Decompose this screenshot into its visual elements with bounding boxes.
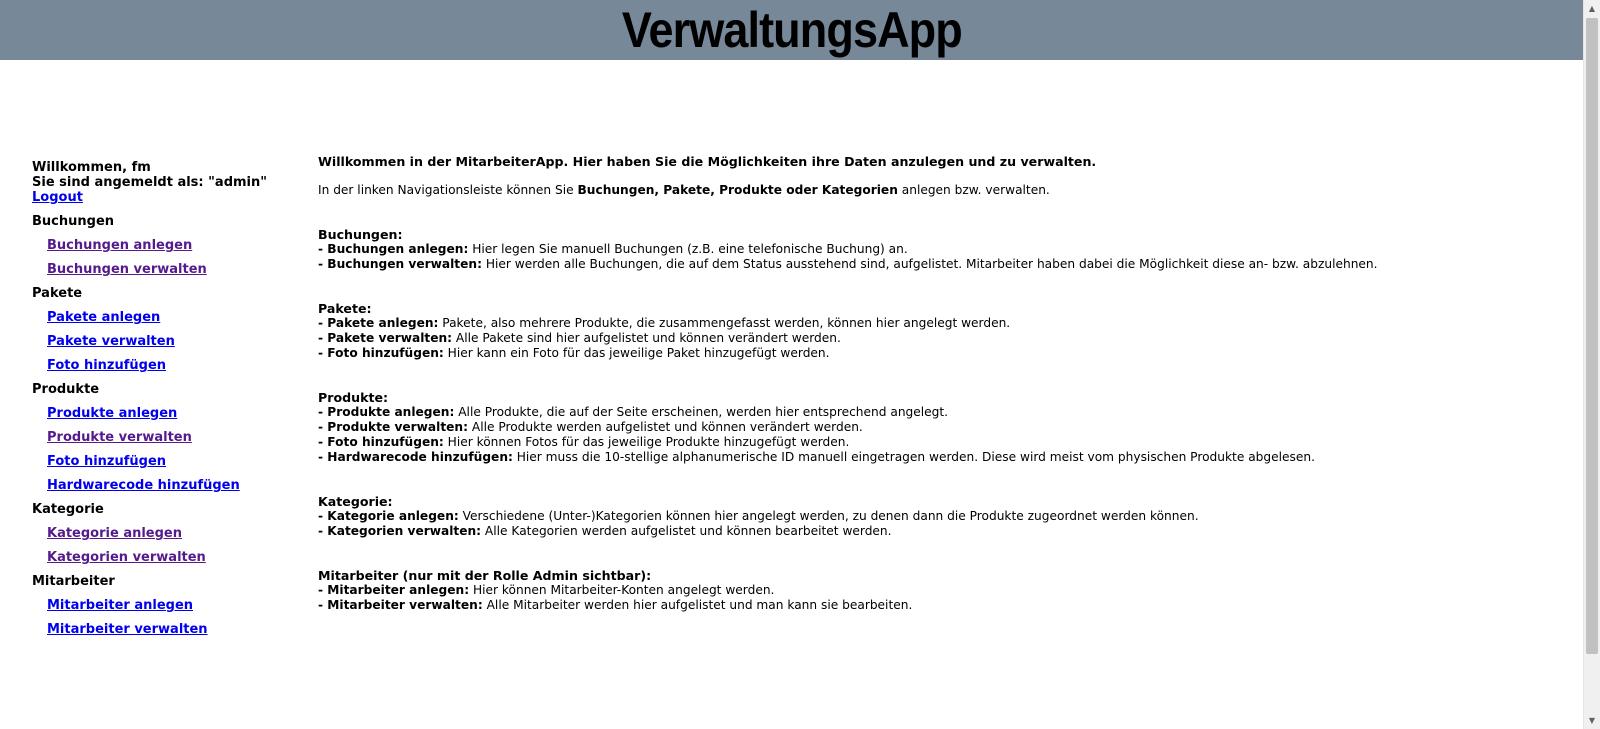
help-block-produkte: Produkte: - Produkte anlegen: Alle Produ… [318,390,1568,465]
help-block-title: Kategorie: [318,494,393,509]
help-item-text: Verschiedene (Unter-)Kategorien können h… [458,509,1199,523]
help-item-label: - Foto hinzufügen: [318,435,444,449]
help-item-label: - Mitarbeiter verwalten: [318,598,483,612]
sidebar-section-mitarbeiter: Mitarbeiter [32,574,115,589]
help-item-text: Hier werden alle Buchungen, die auf dem … [481,257,1378,271]
help-block-title: Pakete: [318,301,372,316]
help-item: - Kategorien verwalten: Alle Kategorien … [318,524,1568,539]
help-item-label: - Pakete verwalten: [318,331,453,345]
intro-text: In der linken Navigationsleiste können S… [318,183,1568,198]
arrow-up-icon[interactable]: ▲ [1584,0,1600,17]
sidebar-section-produkte: Produkte [32,382,100,397]
help-item-label: - Produkte anlegen: [318,405,455,419]
help-item-label: - Hardwarecode hinzufügen: [318,450,513,464]
help-item-label: - Foto hinzufügen: [318,346,444,360]
vertical-scrollbar[interactable]: ▲ ▼ [1583,0,1600,729]
sidebar-section-buchungen: Buchungen [32,214,115,229]
help-item: - Buchungen anlegen: Hier legen Sie manu… [318,242,1568,257]
help-item: - Foto hinzufügen: Hier kann ein Foto fü… [318,346,1568,361]
help-block-mitarbeiter: Mitarbeiter (nur mit der Rolle Admin sic… [318,568,1568,613]
arrow-down-icon[interactable]: ▼ [1584,712,1600,729]
sidebar-item-produkte-anlegen[interactable]: Produkte anlegen [47,406,292,421]
help-item-label: - Pakete anlegen: [318,316,439,330]
help-item-text: Alle Pakete sind hier aufgelistet und kö… [452,331,841,345]
sidebar-item-kategorie-anlegen[interactable]: Kategorie anlegen [47,526,292,541]
help-item-text: Hier kann ein Foto für das jeweilige Pak… [443,346,830,360]
help-item: - Pakete anlegen: Pakete, also mehrere P… [318,316,1568,331]
sidebar-item-produkte-verwalten[interactable]: Produkte verwalten [47,430,292,445]
sidebar-item-hardwarecode-hinzufuegen[interactable]: Hardwarecode hinzufügen [47,478,292,493]
help-block-kategorie: Kategorie: - Kategorie anlegen: Verschie… [318,494,1568,539]
logout-link[interactable]: Logout [32,190,83,205]
help-block-title: Buchungen: [318,227,403,242]
sidebar-section-kategorie: Kategorie [32,502,104,517]
help-item-text: Alle Produkte, die auf der Seite erschei… [454,405,949,419]
help-item-label: - Kategorie anlegen: [318,509,459,523]
help-block-buchungen: Buchungen: - Buchungen anlegen: Hier leg… [318,227,1568,272]
sidebar-item-mitarbeiter-anlegen[interactable]: Mitarbeiter anlegen [47,598,292,613]
help-block-title: Produkte: [318,390,389,405]
sidebar-item-mitarbeiter-verwalten[interactable]: Mitarbeiter verwalten [47,622,292,637]
help-item: - Buchungen verwalten: Hier werden alle … [318,257,1568,272]
help-item-label: - Produkte verwalten: [318,420,468,434]
help-item-label: - Kategorien verwalten: [318,524,482,538]
intro-text-pre: In der linken Navigationsleiste können S… [318,183,578,197]
help-item-text: Hier legen Sie manuell Buchungen (z.B. e… [468,242,908,256]
help-item-label: - Mitarbeiter anlegen: [318,583,470,597]
intro-title: Willkommen in der MitarbeiterApp. Hier h… [318,154,1097,169]
intro-text-post: anlegen bzw. verwalten. [897,183,1050,197]
app-header: VerwaltungsApp [0,0,1583,60]
sidebar-section-pakete: Pakete [32,286,83,301]
role-text: Sie sind angemeldt als: "admin" [32,175,268,190]
help-block-pakete: Pakete: - Pakete anlegen: Pakete, also m… [318,301,1568,361]
help-item: - Mitarbeiter anlegen: Hier können Mitar… [318,583,1568,598]
sidebar-item-pakete-verwalten[interactable]: Pakete verwalten [47,334,292,349]
help-item: - Produkte verwalten: Alle Produkte werd… [318,420,1568,435]
help-item-label: - Buchungen verwalten: [318,257,482,271]
app-title: VerwaltungsApp [621,2,963,58]
help-item: - Mitarbeiter verwalten: Alle Mitarbeite… [318,598,1568,613]
sidebar-item-pakete-foto-hinzufuegen[interactable]: Foto hinzufügen [47,358,292,373]
scrollbar-thumb[interactable] [1586,18,1598,654]
help-item: - Hardwarecode hinzufügen: Hier muss die… [318,450,1568,465]
help-item: - Produkte anlegen: Alle Produkte, die a… [318,405,1568,420]
main-content: Willkommen in der MitarbeiterApp. Hier h… [318,154,1568,613]
help-item-text: Alle Kategorien werden aufgelistet und k… [481,524,892,538]
sidebar-item-kategorien-verwalten[interactable]: Kategorien verwalten [47,550,292,565]
help-item: - Pakete verwalten: Alle Pakete sind hie… [318,331,1568,346]
sidebar-item-buchungen-anlegen[interactable]: Buchungen anlegen [47,238,292,253]
help-item-text: Alle Mitarbeiter werden hier aufgelistet… [482,598,913,612]
sidebar-navigation: Willkommen, fm Sie sind angemeldt als: "… [32,160,292,637]
help-item-text: Hier können Fotos für das jeweilige Prod… [443,435,850,449]
sidebar-item-buchungen-verwalten[interactable]: Buchungen verwalten [47,262,292,277]
welcome-text: Willkommen, fm [32,160,151,175]
intro-text-bold: Buchungen, Pakete, Produkte oder Kategor… [577,183,898,197]
help-item: - Foto hinzufügen: Hier können Fotos für… [318,435,1568,450]
help-block-title: Mitarbeiter (nur mit der Rolle Admin sic… [318,568,652,583]
help-item-text: Hier können Mitarbeiter-Konten angelegt … [469,583,775,597]
help-item-text: Hier muss die 10-stellige alphanumerisch… [512,450,1315,464]
help-item: - Kategorie anlegen: Verschiedene (Unter… [318,509,1568,524]
help-item-text: Pakete, also mehrere Produkte, die zusam… [438,316,1011,330]
help-item-text: Alle Produkte werden aufgelistet und kön… [467,420,863,434]
sidebar-item-pakete-anlegen[interactable]: Pakete anlegen [47,310,292,325]
sidebar-item-produkte-foto-hinzufuegen[interactable]: Foto hinzufügen [47,454,292,469]
help-item-label: - Buchungen anlegen: [318,242,469,256]
